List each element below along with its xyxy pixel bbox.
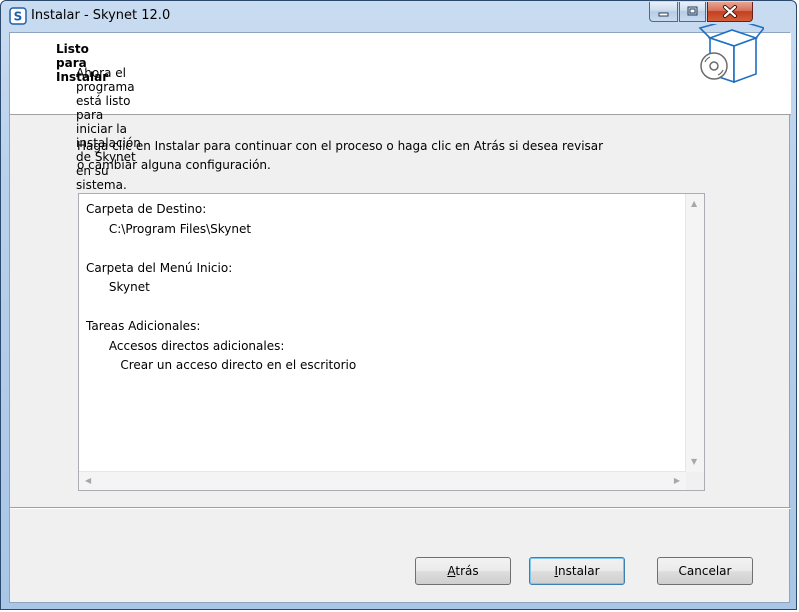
svg-text:S: S bbox=[14, 10, 23, 24]
install-button[interactable]: Instalar bbox=[529, 557, 625, 585]
installer-window: S Instalar - Skynet 12.0 Listo para Inst… bbox=[0, 0, 797, 610]
summary-line: C:\Program Files\Skynet bbox=[86, 221, 252, 236]
scroll-left-arrow-icon[interactable]: ◀ bbox=[85, 477, 91, 485]
summary-line bbox=[86, 298, 682, 318]
skynet-logo-icon: S bbox=[9, 7, 27, 25]
minimize-icon bbox=[658, 12, 669, 17]
close-icon bbox=[723, 5, 737, 18]
title-bar[interactable]: S Instalar - Skynet 12.0 bbox=[1, 1, 796, 31]
instructions-line-1: Haga clic en Instalar para continuar con… bbox=[77, 139, 604, 153]
back-button[interactable]: Atrás bbox=[415, 557, 511, 585]
horizontal-scrollbar[interactable]: ◀ ▶ bbox=[79, 471, 686, 490]
summary-line: Crear un acceso directo en el escritorio bbox=[86, 358, 357, 372]
vertical-scrollbar[interactable]: ▲ ▼ bbox=[685, 194, 704, 472]
summary-text: Carpeta de Destino: C:\Program Files\Sky… bbox=[86, 200, 682, 376]
scroll-down-arrow-icon[interactable]: ▼ bbox=[691, 458, 697, 466]
dialog-client-area: Listo para Instalar Ahora el programa es… bbox=[9, 24, 791, 603]
summary-line: Skynet bbox=[86, 280, 150, 294]
package-disc-icon bbox=[698, 24, 764, 84]
summary-line: Accesos directos adicionales: bbox=[86, 338, 285, 353]
instructions-text: Haga clic en Instalar para continuar con… bbox=[77, 137, 737, 175]
cancel-button[interactable]: Cancelar bbox=[657, 557, 753, 585]
summary-line: Carpeta de Destino: bbox=[86, 202, 207, 216]
scroll-corner bbox=[686, 472, 704, 490]
summary-line: Carpeta del Menú Inicio: bbox=[86, 260, 233, 275]
summary-line bbox=[86, 239, 682, 259]
summary-memo[interactable]: Carpeta de Destino: C:\Program Files\Sky… bbox=[78, 193, 705, 491]
back-label-rest: trás bbox=[455, 564, 479, 578]
summary-line: Tareas Adicionales: bbox=[86, 319, 201, 333]
instructions-line-2: o cambiar alguna configuración. bbox=[77, 158, 271, 172]
maximize-button[interactable] bbox=[679, 2, 706, 22]
scroll-up-arrow-icon[interactable]: ▲ bbox=[691, 200, 697, 208]
install-label-rest: nstalar bbox=[558, 564, 600, 578]
window-title: Instalar - Skynet 12.0 bbox=[31, 8, 171, 23]
minimize-button[interactable] bbox=[649, 2, 678, 22]
maximize-icon bbox=[687, 6, 698, 16]
close-button[interactable] bbox=[707, 2, 753, 22]
footer-separator bbox=[10, 507, 791, 509]
scroll-right-arrow-icon[interactable]: ▶ bbox=[674, 477, 680, 485]
